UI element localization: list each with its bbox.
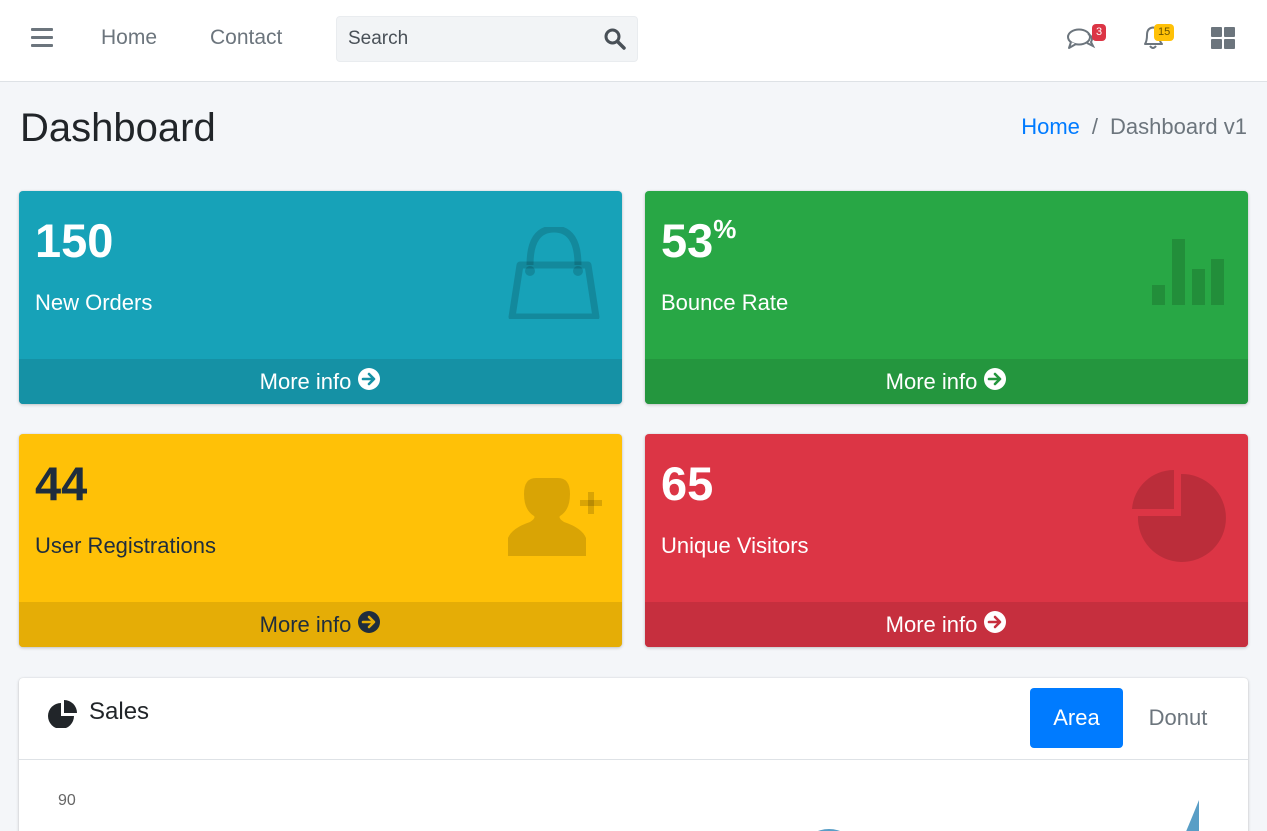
more-info-link[interactable]: More info — [645, 359, 1248, 404]
top-navbar: Home Contact 3 15 — [0, 0, 1267, 82]
messages-badge: 3 — [1092, 24, 1107, 41]
box-label: Unique Visitors — [661, 533, 809, 558]
arrow-circle-right-icon — [983, 610, 1007, 640]
box-value: 150 — [35, 214, 114, 267]
breadcrumb-current: Dashboard v1 — [1110, 114, 1247, 139]
bounce-rate-box: 53% Bounce Rate More info — [645, 191, 1248, 404]
search-icon[interactable] — [603, 27, 627, 51]
notifications-dropdown[interactable]: 15 — [1141, 24, 1175, 57]
shopping-bag-icon — [508, 225, 600, 324]
unique-visitors-box: 65 Unique Visitors More info — [645, 434, 1248, 647]
pie-chart-icon — [1132, 469, 1226, 569]
sales-card: Sales Area Donut 90 — [19, 678, 1248, 831]
messages-dropdown[interactable]: 3 — [1066, 24, 1107, 57]
arrow-circle-right-icon — [357, 367, 381, 397]
chart-pie-icon — [48, 698, 78, 733]
new-orders-box: 150 New Orders More info — [19, 191, 622, 404]
box-label: New Orders — [35, 290, 153, 315]
nav-link-home[interactable]: Home — [101, 26, 157, 50]
notifications-badge: 15 — [1154, 24, 1175, 41]
nav-link-contact[interactable]: Contact — [210, 26, 282, 50]
user-registrations-box: 44 User Registrations More info — [19, 434, 622, 647]
card-header: Sales Area Donut — [19, 678, 1248, 760]
search-form — [336, 16, 638, 62]
tab-donut[interactable]: Donut — [1129, 688, 1227, 748]
arrow-circle-right-icon — [983, 367, 1007, 397]
user-plus-icon — [506, 476, 602, 563]
bars-icon[interactable] — [31, 28, 53, 48]
box-label: User Registrations — [35, 533, 216, 558]
breadcrumb-home-link[interactable]: Home — [1021, 114, 1080, 139]
more-info-link[interactable]: More info — [19, 359, 622, 404]
breadcrumb-separator: / — [1091, 114, 1099, 139]
breadcrumb: Home / Dashboard v1 — [1021, 114, 1247, 140]
more-info-link[interactable]: More info — [19, 602, 622, 647]
th-large-icon[interactable] — [1211, 27, 1235, 54]
area-series-blue-edge — [1186, 800, 1199, 831]
bar-chart-icon — [1152, 239, 1226, 312]
search-input[interactable] — [337, 17, 587, 61]
tab-area[interactable]: Area — [1030, 688, 1123, 748]
page-title: Dashboard — [20, 106, 216, 150]
sales-chart: 90 — [19, 760, 1248, 831]
arrow-circle-right-icon — [357, 610, 381, 640]
more-info-link[interactable]: More info — [645, 602, 1248, 647]
box-label: Bounce Rate — [661, 290, 789, 315]
box-value: 65 — [661, 457, 714, 510]
box-value: 44 — [35, 457, 88, 510]
card-title: Sales — [89, 698, 150, 725]
area-chart-canvas — [818, 800, 1199, 831]
box-value: 53% — [661, 214, 737, 267]
